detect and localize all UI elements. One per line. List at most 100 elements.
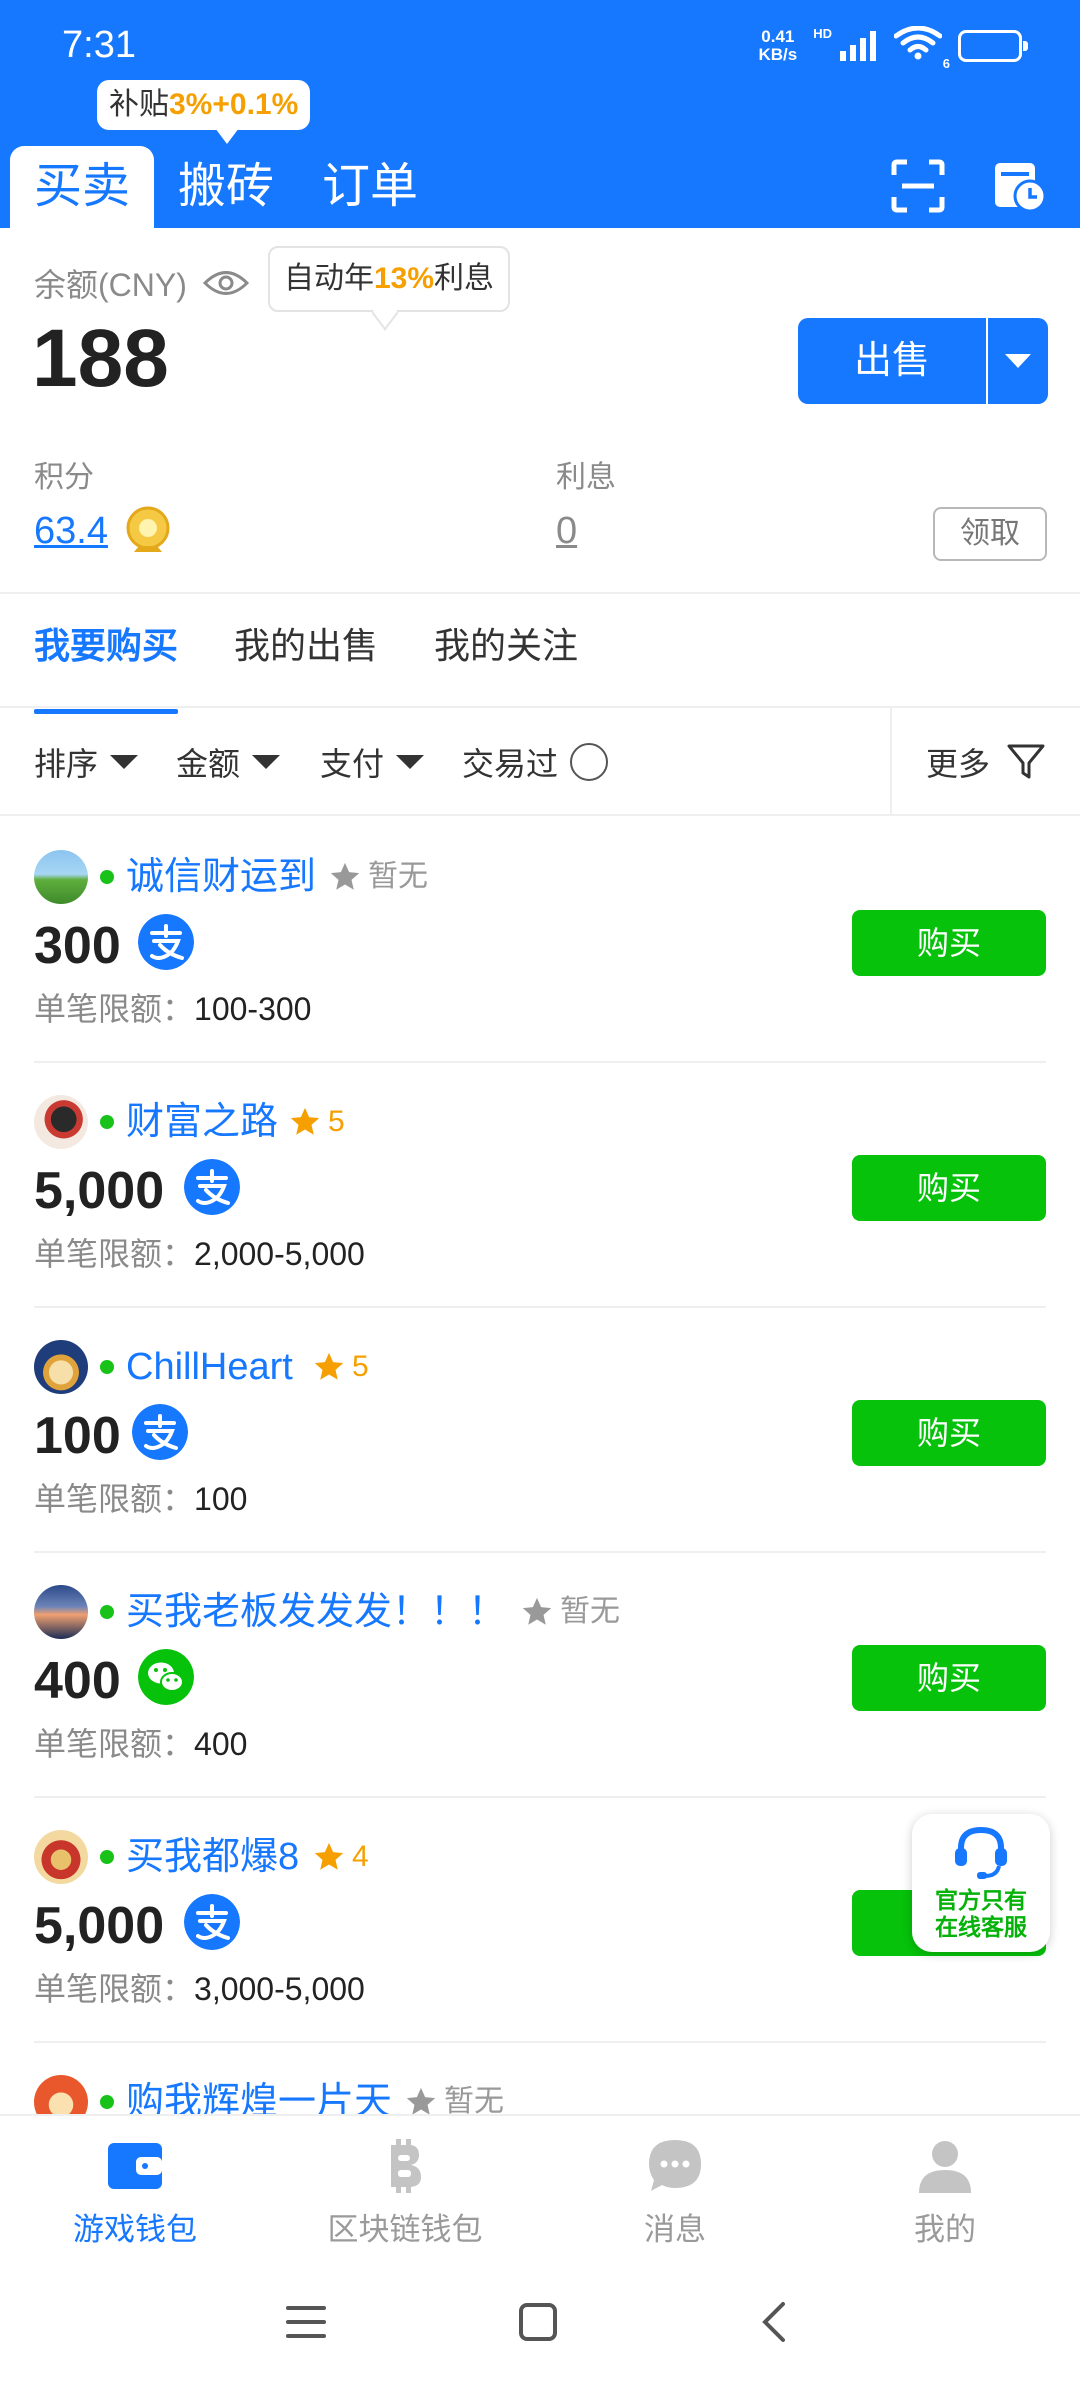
item-limit: 单笔限额：3,000-5,000 bbox=[34, 1971, 365, 2007]
tab-trade[interactable]: 买卖 bbox=[10, 146, 155, 228]
avatar[interactable] bbox=[34, 1830, 88, 1884]
customer-service-label: 官方只有 在线客服 bbox=[935, 1887, 1027, 1940]
nav-label: 游戏钱包 bbox=[73, 2212, 197, 2247]
menu-button[interactable] bbox=[276, 2292, 336, 2352]
interest-rate: 13% bbox=[374, 262, 435, 295]
tab-following[interactable]: 我的关注 bbox=[434, 596, 578, 706]
bottom-nav: 游戏钱包 区块链钱包 消息 我的 bbox=[0, 2114, 1080, 2250]
eye-icon[interactable] bbox=[202, 268, 249, 298]
seller-rating: 暂无 bbox=[520, 1591, 620, 1633]
nav-profile[interactable]: 我的 bbox=[810, 2116, 1080, 2250]
avatar[interactable] bbox=[34, 2075, 88, 2114]
scan-icon bbox=[891, 159, 945, 213]
online-indicator bbox=[100, 1850, 114, 1864]
sell-button[interactable]: 出售 bbox=[798, 318, 988, 404]
more-filter-button[interactable]: 更多 bbox=[890, 708, 1080, 816]
history-button[interactable] bbox=[990, 156, 1050, 216]
buy-button[interactable]: 购买 bbox=[852, 910, 1046, 976]
buy-button[interactable]: 购买 bbox=[852, 1400, 1046, 1466]
interest-tooltip: 自动年13%利息 bbox=[268, 246, 511, 312]
amount-filter[interactable]: 金额 bbox=[176, 708, 281, 816]
wifi-badge: 6 bbox=[942, 56, 950, 71]
home-button[interactable] bbox=[508, 2292, 568, 2352]
caret-down-icon bbox=[110, 755, 139, 769]
avatar[interactable] bbox=[34, 1585, 88, 1639]
menu-icon bbox=[286, 2306, 326, 2338]
buy-button[interactable]: 购买 bbox=[852, 1155, 1046, 1221]
avatar[interactable] bbox=[34, 1095, 88, 1149]
nav-label: 消息 bbox=[644, 2212, 706, 2247]
battery-icon: 67 bbox=[958, 29, 1028, 62]
nav-label: 我的 bbox=[914, 2212, 976, 2247]
nav-game-wallet[interactable]: 游戏钱包 bbox=[0, 2116, 270, 2250]
signal-icon bbox=[840, 30, 876, 61]
traded-filter[interactable]: 交易过 bbox=[462, 708, 609, 816]
user-icon bbox=[915, 2136, 975, 2196]
buy-button[interactable]: 购买 bbox=[852, 1645, 1046, 1711]
list-item: 买我老板发发发！！！ 暂无 400 单笔限额：400 购买 bbox=[34, 1553, 1046, 1798]
seller-rating: 暂无 bbox=[328, 856, 428, 898]
nav-messages[interactable]: 消息 bbox=[540, 2116, 810, 2250]
bitcoin-icon bbox=[375, 2136, 435, 2196]
sell-dropdown-button[interactable] bbox=[988, 318, 1048, 404]
seller-rating: 5 bbox=[312, 1346, 369, 1388]
online-indicator bbox=[100, 870, 114, 884]
interest-label: 利息 bbox=[556, 461, 616, 494]
avatar[interactable] bbox=[34, 1340, 88, 1394]
item-amount: 5,000 bbox=[34, 1162, 165, 1220]
tab-buy[interactable]: 我要购买 bbox=[34, 596, 179, 714]
seller-name[interactable]: 买我都爆8 bbox=[126, 1830, 299, 1884]
app-header: 7:31 0.41 KB/s HD 6 67 补贴3%+0.1% 买卖 搬砖 订… bbox=[0, 0, 1080, 228]
item-limit: 单笔限额：100 bbox=[34, 1481, 248, 1517]
calendar-clock-icon bbox=[995, 163, 1047, 213]
subsidy-bubble: 补贴3%+0.1% bbox=[97, 80, 311, 144]
interest-value[interactable]: 0 bbox=[556, 510, 577, 553]
sell-button-group: 出售 bbox=[798, 318, 1048, 404]
customer-service-button[interactable]: 官方只有 在线客服 bbox=[912, 1814, 1050, 1952]
balance-amount: 188 bbox=[32, 313, 169, 404]
status-icons: 0.41 KB/s HD 6 67 bbox=[758, 25, 1028, 71]
tab-orders[interactable]: 订单 bbox=[298, 146, 442, 228]
system-nav-bar bbox=[0, 2250, 1080, 2400]
seller-name[interactable]: 买我老板发发发！！！ bbox=[126, 1585, 506, 1639]
star-icon bbox=[290, 1107, 320, 1135]
list-item: 财富之路 5 5,000 单笔限额：2,000-5,000 购买 bbox=[34, 1063, 1046, 1308]
caret-down-icon bbox=[396, 755, 425, 769]
seller-rating: 暂无 bbox=[404, 2081, 504, 2114]
item-limit: 单笔限额：2,000-5,000 bbox=[34, 1236, 365, 1272]
traded-radio[interactable] bbox=[570, 743, 609, 781]
claim-button[interactable]: 领取 bbox=[933, 507, 1047, 561]
avatar[interactable] bbox=[34, 850, 88, 904]
seller-rating: 5 bbox=[288, 1101, 345, 1143]
wechat-pay-icon bbox=[138, 1649, 194, 1705]
network-speed: 0.41 KB/s bbox=[758, 26, 798, 64]
caret-down-icon bbox=[252, 755, 281, 769]
seller-name[interactable]: 购我辉煌一片天 bbox=[126, 2075, 392, 2114]
status-bar: 7:31 0.41 KB/s HD 6 67 bbox=[0, 0, 1080, 90]
payment-filter[interactable]: 支付 bbox=[320, 708, 425, 816]
points-value[interactable]: 63.4 bbox=[34, 510, 108, 553]
caret-down-icon bbox=[1005, 354, 1031, 368]
tab-arbitrage[interactable]: 搬砖 bbox=[154, 146, 298, 228]
scan-button[interactable] bbox=[888, 156, 948, 216]
top-tabs: 买卖 搬砖 订单 bbox=[10, 146, 442, 228]
subsidy-rate: 3%+0.1% bbox=[169, 88, 299, 121]
tab-my-sales[interactable]: 我的出售 bbox=[234, 596, 378, 706]
sort-filter[interactable]: 排序 bbox=[34, 708, 139, 816]
seller-name[interactable]: 财富之路 bbox=[126, 1095, 278, 1149]
item-amount: 100 bbox=[34, 1407, 121, 1465]
seller-name[interactable]: ChillHeart bbox=[126, 1340, 293, 1394]
nav-blockchain-wallet[interactable]: 区块链钱包 bbox=[270, 2116, 540, 2250]
headset-icon bbox=[955, 1826, 1007, 1879]
alipay-icon bbox=[132, 1404, 188, 1460]
star-icon bbox=[330, 862, 360, 890]
online-indicator bbox=[100, 1115, 114, 1129]
online-indicator bbox=[100, 2095, 114, 2109]
wifi-icon bbox=[893, 25, 943, 60]
online-indicator bbox=[100, 1605, 114, 1619]
back-button[interactable] bbox=[744, 2292, 804, 2352]
seller-name[interactable]: 诚信财运到 bbox=[126, 850, 316, 904]
alipay-icon bbox=[138, 914, 194, 970]
star-icon bbox=[314, 1842, 344, 1870]
online-indicator bbox=[100, 1360, 114, 1374]
